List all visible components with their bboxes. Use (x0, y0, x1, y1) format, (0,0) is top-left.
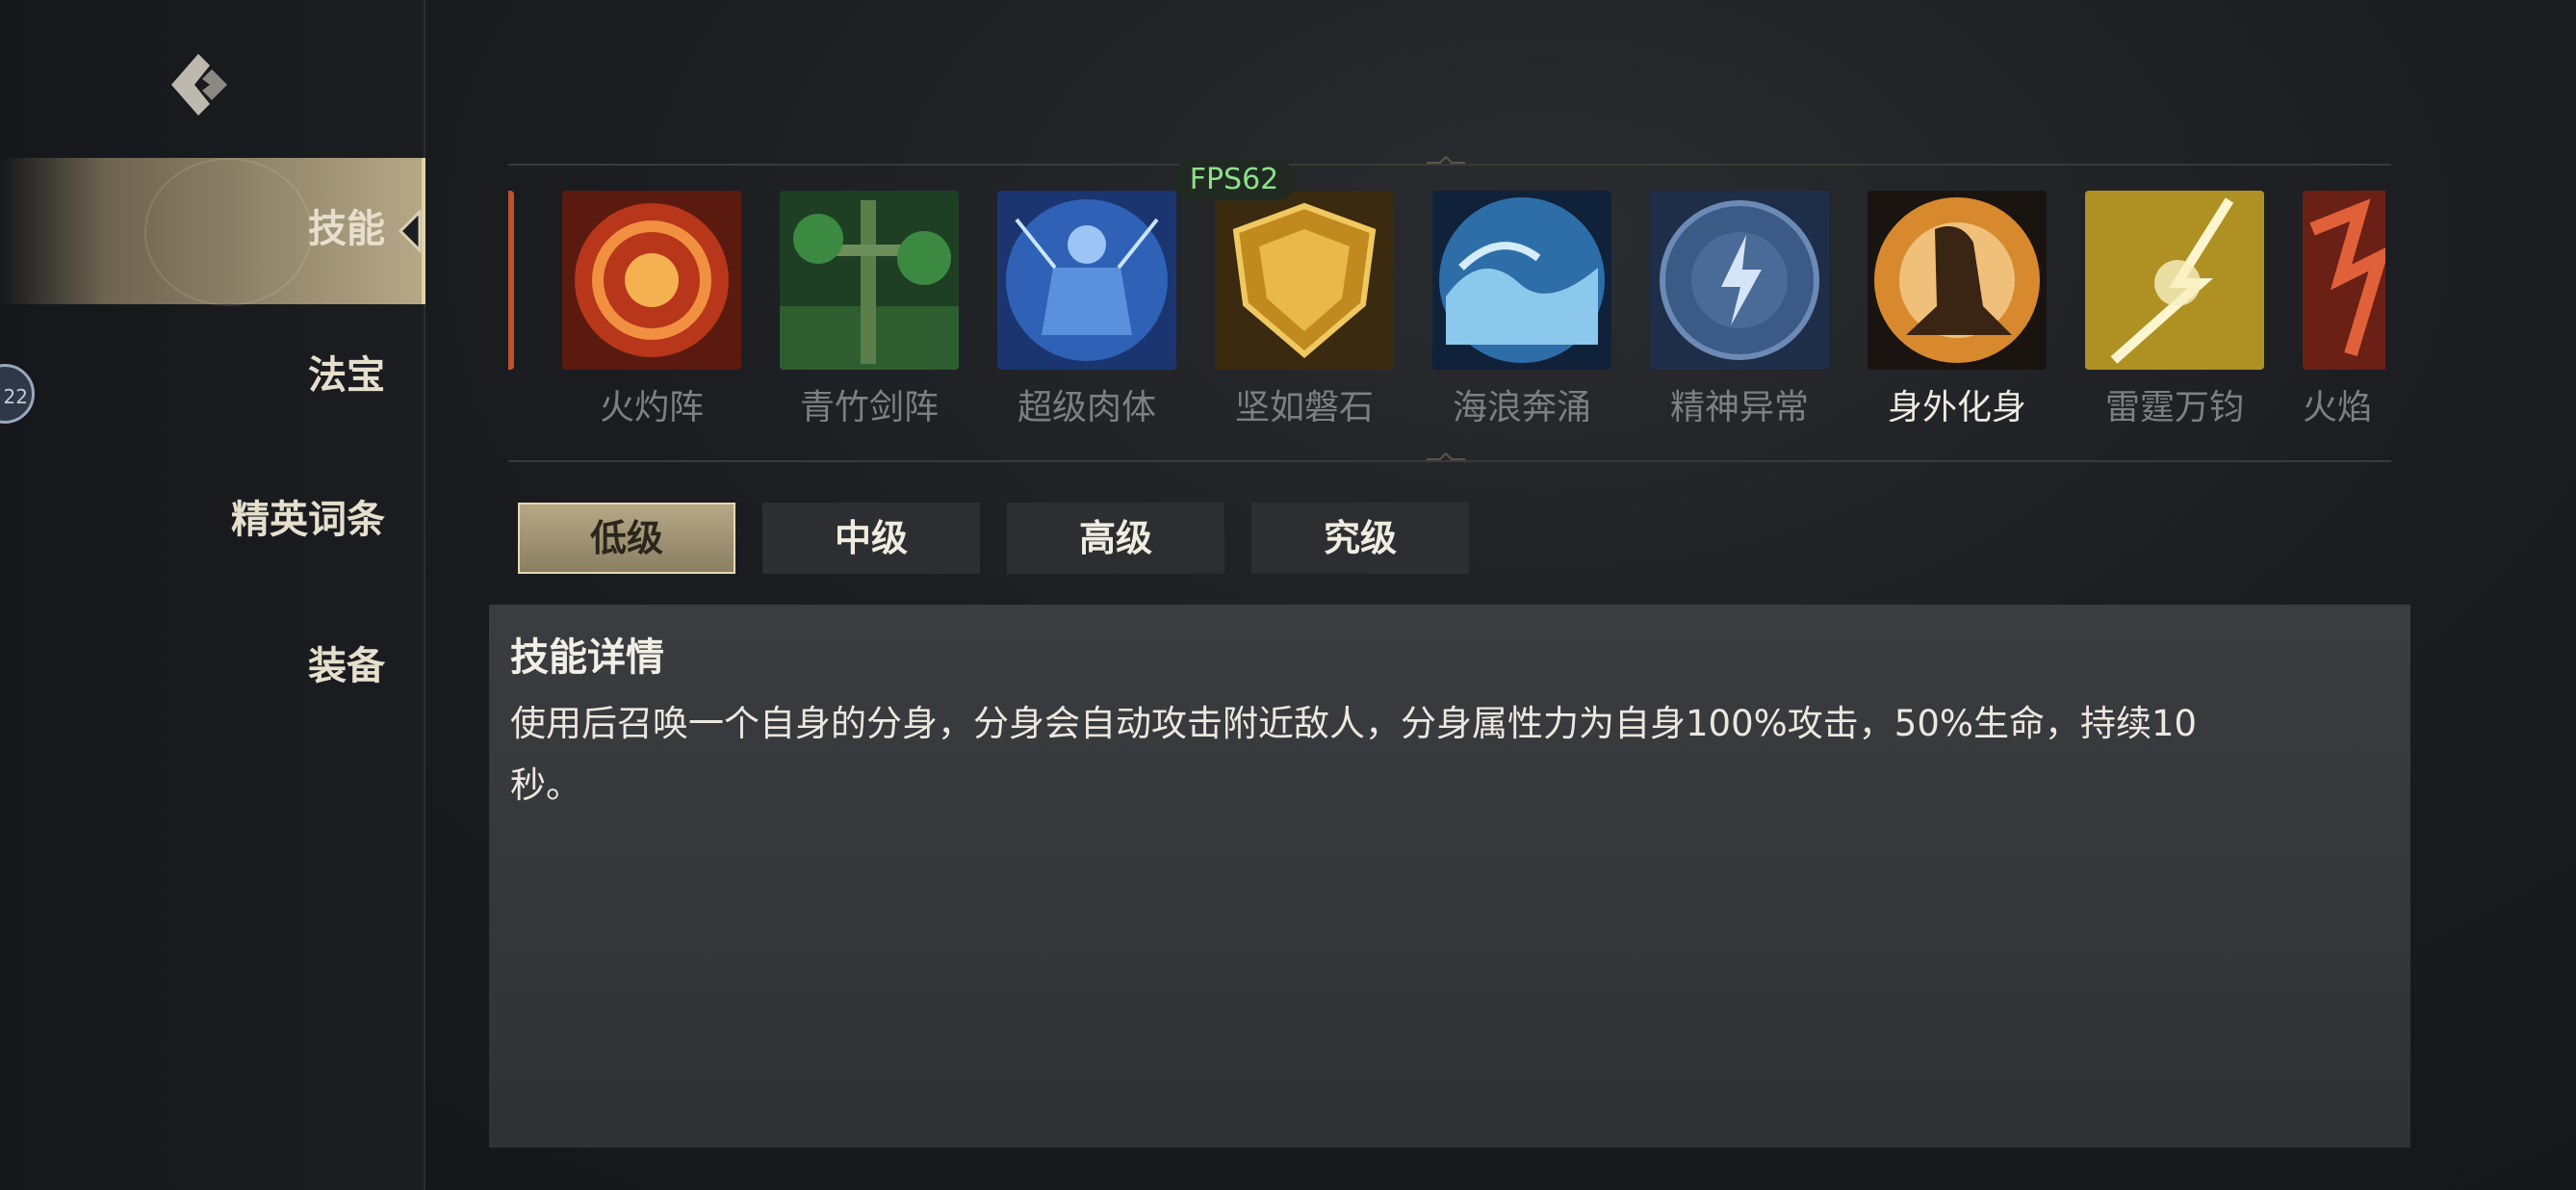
detail-description-line: 秒。 (510, 764, 581, 806)
skill-label: 超级肉体 (1017, 388, 1156, 422)
sidebar-item-skills[interactable]: 技能 (0, 191, 385, 268)
skill-label: 火焰 (2303, 388, 2373, 422)
skill-item-bamboo-sword[interactable]: 青竹剑阵 (780, 191, 959, 422)
flame-partial-icon (2303, 191, 2385, 370)
skill-label: 雷霆万钧 (2104, 388, 2244, 422)
skill-item-thunder[interactable]: 雷霆万钧 (2085, 191, 2264, 422)
skill-item-super-body[interactable]: 超级肉体 (997, 191, 1176, 422)
skill-item-flame-partial[interactable]: 火焰 (2303, 191, 2385, 422)
sidebar: 技能 法宝 精英词条 装备 (0, 0, 425, 1190)
lightning-orb-icon (1650, 191, 1829, 370)
tab-level-high[interactable]: 高级 (1007, 503, 1224, 574)
skill-label: 坚如磐石 (1234, 388, 1374, 422)
strip-bottom-divider (508, 453, 2391, 462)
skill-label: 海浪奔涌 (1452, 388, 1591, 422)
skill-item-solid-rock[interactable]: 坚如磐石 (1215, 191, 1394, 422)
sidebar-item-treasure[interactable]: 法宝 (0, 337, 385, 414)
skill-label: 身外化身 (1887, 388, 2026, 422)
golden-shield-icon (1215, 191, 1394, 370)
skill-label: 火灼阵 (599, 388, 704, 422)
thunder-bolt-icon (2085, 191, 2264, 370)
blue-giant-icon (997, 191, 1176, 370)
skill-strip[interactable]: 火灼阵 青竹剑阵 超级肉体 坚如磐石 海浪奔涌 精神异常 身外化身 雷霆万钧 火… (508, 191, 2385, 422)
tab-level-low[interactable]: 低级 (518, 503, 735, 574)
skill-item-ocean-wave[interactable]: 海浪奔涌 (1432, 191, 1611, 422)
tab-level-mid[interactable]: 中级 (762, 503, 980, 574)
sidebar-item-equipment[interactable]: 装备 (0, 628, 385, 705)
detail-description-line: 使用后召唤一个自身的分身，分身会自动攻击附近敌人，分身属性力为自身100%攻击，… (510, 703, 2198, 744)
sidebar-item-elite-affix[interactable]: 精英词条 (0, 481, 385, 558)
skill-item-clone-body[interactable]: 身外化身 (1868, 191, 2047, 422)
fire-ring-icon (562, 191, 741, 370)
skill-item-mental-abnormal[interactable]: 精神异常 (1650, 191, 1829, 422)
skill-item-partial-left[interactable] (508, 191, 514, 374)
tab-level-ultimate[interactable]: 究级 (1251, 503, 1469, 574)
active-indicator-icon (398, 210, 422, 252)
fps-counter: FPS62 (1172, 160, 1296, 200)
back-icon[interactable] (164, 46, 241, 123)
skill-item-fire-array[interactable]: 火灼阵 (562, 191, 741, 422)
detail-description: 使用后召唤一个自身的分身，分身会自动攻击附近敌人，分身属性力为自身100%攻击，… (510, 693, 2378, 816)
wave-icon (1432, 191, 1611, 370)
skill-label: 青竹剑阵 (799, 388, 939, 422)
skill-detail-panel: 技能详情 使用后召唤一个自身的分身，分身会自动攻击附近敌人，分身属性力为自身10… (489, 605, 2410, 1148)
strip-top-divider (508, 156, 2391, 166)
clone-warrior-icon (1868, 191, 2047, 370)
fire-partial-icon (508, 191, 514, 370)
bamboo-sword-icon (780, 191, 959, 370)
detail-title: 技能详情 (510, 635, 664, 680)
skill-label: 精神异常 (1669, 388, 1809, 422)
